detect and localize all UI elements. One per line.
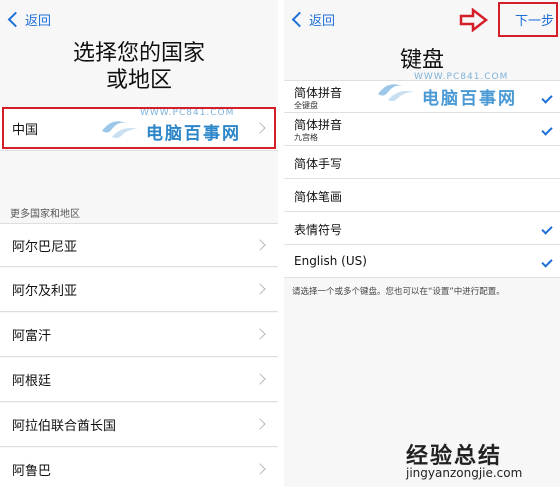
- back-button[interactable]: 返回: [6, 10, 51, 29]
- back-label: 返回: [309, 14, 336, 29]
- page-title: 选择您的国家 或地区: [72, 41, 205, 93]
- back-label: 返回: [25, 14, 52, 29]
- watermark-url: WWW.PC841.COM: [414, 72, 509, 82]
- keyboard-row[interactable]: 表情符号: [284, 212, 560, 245]
- chevron-right-icon: [254, 463, 266, 475]
- watermark-logo-icon: [378, 84, 414, 102]
- country-region-screen: 返回 选择您的国家 或地区 中国 WWW.PC841.COM 电脑百事网 更多国…: [0, 0, 278, 487]
- list-item[interactable]: 阿尔及利亚: [0, 268, 278, 312]
- keyboard-row[interactable]: 简体拼音 九宫格: [284, 113, 560, 146]
- chevron-right-icon: [254, 373, 266, 385]
- list-item[interactable]: 阿根廷: [0, 358, 278, 402]
- keyboard-screen: 返回 下一步 键盘 简体拼音 全键盘 简体拼音 九宫格 简体手写 简体笔画 表情…: [284, 0, 560, 487]
- checkmark-icon: [541, 256, 553, 268]
- checkmark-icon: [541, 92, 553, 104]
- corner-watermark-url: jingyanzongjie.com: [406, 466, 523, 480]
- chevron-right-icon: [254, 239, 266, 251]
- watermark-name: 电脑百事网: [422, 89, 517, 109]
- chevron-left-icon: [7, 11, 24, 28]
- section-header: 更多国家和地区: [10, 209, 80, 220]
- next-highlight-box: [498, 2, 558, 37]
- list-item[interactable]: 阿尔巴尼亚: [0, 223, 278, 267]
- list-item[interactable]: 阿鲁巴: [0, 448, 278, 487]
- chevron-right-icon: [254, 283, 266, 295]
- page-title: 键盘: [399, 48, 444, 73]
- chevron-right-icon: [254, 418, 266, 430]
- selected-highlight-box: [2, 107, 276, 149]
- back-button[interactable]: 返回: [290, 10, 335, 29]
- keyboard-note: 请选择一个或多个键盘。您也可以在“设置”中进行配置。: [292, 287, 505, 297]
- chevron-left-icon: [291, 11, 308, 28]
- checkmark-icon: [541, 124, 553, 136]
- list-item[interactable]: 阿富汗: [0, 313, 278, 357]
- checkmark-icon: [541, 223, 553, 235]
- list-item[interactable]: 阿拉伯联合酋长国: [0, 403, 278, 447]
- chevron-right-icon: [254, 328, 266, 340]
- arrow-right-icon: [459, 8, 489, 32]
- keyboard-row[interactable]: 简体笔画: [284, 179, 560, 212]
- keyboard-row[interactable]: English (US): [284, 245, 560, 278]
- keyboard-row[interactable]: 简体手写: [284, 146, 560, 179]
